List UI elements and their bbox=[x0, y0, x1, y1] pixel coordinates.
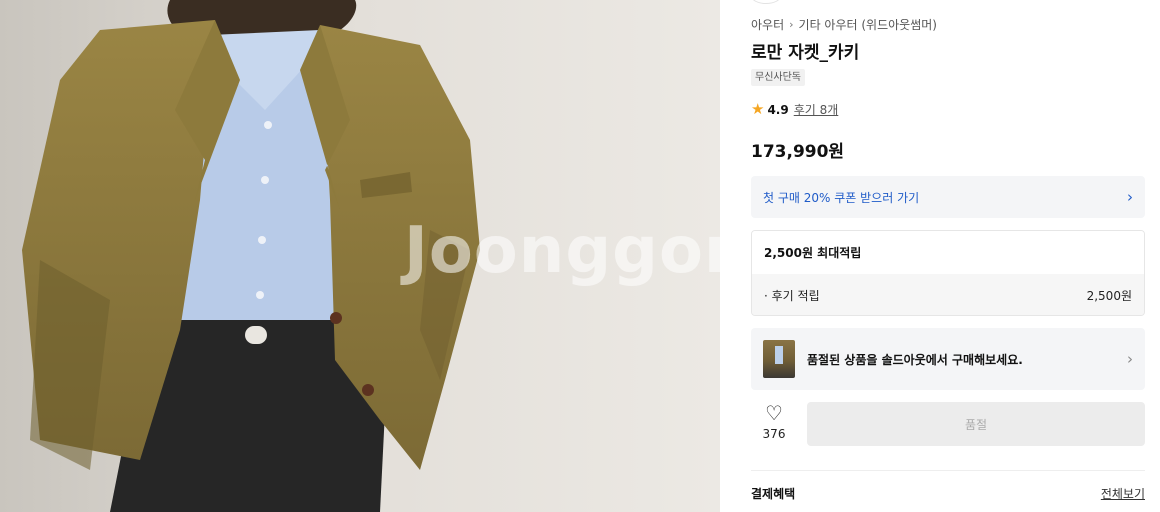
share-button-edge[interactable] bbox=[751, 0, 781, 4]
product-price: 173,990원 bbox=[751, 142, 845, 162]
product-image[interactable]: Joonggonar bbox=[0, 0, 720, 512]
product-title: 로만 자켓_카키 bbox=[751, 43, 860, 63]
points-title: 2,500원 최대적립 bbox=[752, 231, 1144, 274]
first-purchase-coupon-button[interactable]: 첫 구매 20% 쿠폰 받으러 가기 › bbox=[751, 176, 1145, 218]
rating-score: 4.9 bbox=[767, 102, 789, 117]
points-row-label: · 후기 적립 bbox=[764, 288, 820, 303]
points-row-value: 2,500원 bbox=[1086, 288, 1132, 303]
coupon-label: 첫 구매 20% 쿠폰 받으러 가기 bbox=[763, 190, 920, 205]
divider bbox=[751, 470, 1145, 471]
points-row: · 후기 적립 2,500원 bbox=[752, 274, 1144, 315]
product-thumbnail bbox=[763, 340, 795, 378]
soldout-banner-text: 품절된 상품을 솔드아웃에서 구매해보세요. bbox=[807, 352, 1023, 367]
soldout-button[interactable]: 품절 bbox=[807, 402, 1145, 446]
like-count: 376 bbox=[762, 427, 786, 441]
points-box: 2,500원 최대적립 · 후기 적립 2,500원 bbox=[751, 230, 1145, 316]
exclusive-badge: 무신사단독 bbox=[751, 69, 805, 86]
breadcrumb: 아우터 › 기타 아우터 (위드아웃썸머) bbox=[751, 16, 937, 33]
watermark-text: Joonggonar bbox=[404, 214, 720, 288]
review-count-link[interactable]: 후기 8개 bbox=[794, 101, 839, 118]
chevron-right-icon: › bbox=[1127, 187, 1133, 206]
rating-summary: ★ 4.9 후기 8개 bbox=[751, 101, 838, 118]
heart-outline-icon: ♡ bbox=[765, 401, 783, 425]
chevron-right-icon: › bbox=[1127, 349, 1133, 368]
payment-benefits-title: 결제혜택 bbox=[751, 487, 796, 501]
soldout-banner[interactable]: 품절된 상품을 솔드아웃에서 구매해보세요. › bbox=[751, 328, 1145, 390]
breadcrumb-item-outer[interactable]: 아우터 bbox=[751, 16, 784, 33]
breadcrumb-item-other-outer[interactable]: 기타 아우터 (위드아웃썸머) bbox=[799, 16, 937, 33]
star-icon: ★ bbox=[751, 100, 765, 118]
payment-benefits: 결제혜택 전체보기 bbox=[751, 485, 1145, 502]
view-all-link[interactable]: 전체보기 bbox=[1101, 485, 1145, 502]
product-info-panel: 아우터 › 기타 아우터 (위드아웃썸머) 로만 자켓_카키 무신사단독 ★ 4… bbox=[735, 0, 1160, 512]
like-button[interactable]: ♡ 376 bbox=[751, 402, 797, 446]
chevron-right-icon: › bbox=[789, 18, 794, 31]
